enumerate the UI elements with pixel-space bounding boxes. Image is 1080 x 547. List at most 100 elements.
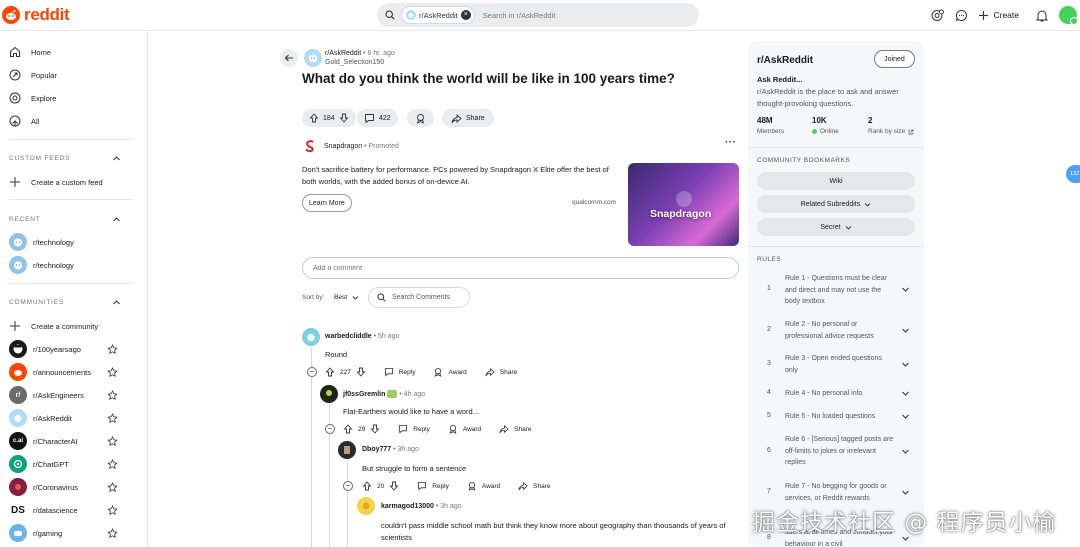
thread-line[interactable] (347, 460, 348, 547)
downvote-icon[interactable] (339, 113, 349, 123)
nav-all[interactable]: All (9, 113, 39, 129)
comment-icon[interactable] (398, 424, 408, 434)
comment-icon[interactable] (384, 367, 394, 377)
upvote-icon[interactable] (362, 481, 372, 491)
joined-button[interactable]: Joined (874, 50, 915, 68)
create-community[interactable]: Create a community (9, 318, 98, 334)
post-subreddit-link[interactable]: r/AskReddit (325, 50, 361, 57)
commenter-avatar[interactable] (302, 328, 320, 346)
learn-more-button[interactable]: Learn More (302, 194, 352, 212)
community-item[interactable]: r/100yearsago (9, 340, 81, 358)
chevron-up-icon[interactable] (112, 298, 121, 307)
comment-author[interactable]: jf0ssGremlin • 4h ago (343, 390, 425, 398)
bookmark-secret[interactable]: Secret (757, 218, 915, 236)
downvote-icon[interactable] (370, 424, 380, 434)
reply-button[interactable]: Reply (399, 369, 416, 376)
rule-item[interactable]: 4 Rule 4 - No personal info (757, 388, 915, 400)
favorite-star-icon[interactable] (107, 459, 118, 470)
search-comments-input[interactable]: Search Comments (368, 287, 470, 308)
post-share-button[interactable]: Share (442, 109, 494, 127)
favorite-star-icon[interactable] (107, 482, 118, 493)
collapse-thread-icon[interactable]: − (325, 424, 335, 434)
favorite-star-icon[interactable] (107, 367, 118, 378)
recent-item-technology[interactable]: r/technology (9, 256, 74, 274)
bookmark-related-subreddits[interactable]: Related Subreddits (757, 195, 915, 213)
ad-advertiser[interactable]: Snapdragon (324, 143, 362, 150)
comment-author[interactable]: Dboy777 • 3h ago (362, 446, 419, 453)
community-item[interactable]: r/ r/AskEngineers (9, 386, 84, 404)
share-button[interactable]: Share (533, 483, 550, 490)
chat-icon[interactable] (950, 4, 972, 26)
downvote-icon[interactable] (389, 481, 399, 491)
stat-rank[interactable]: 2 Rank by size (868, 116, 914, 135)
rule-item[interactable]: 6 Rule 6 - [Serious] tagged posts are of… (757, 434, 915, 470)
bookmark-wiki[interactable]: Wiki (757, 172, 915, 190)
notification-bell-icon[interactable] (1031, 4, 1053, 26)
ad-image[interactable]: Snapdragon (628, 163, 739, 246)
comment-author[interactable]: karmagod13000 • 3h ago (381, 503, 462, 510)
share-icon[interactable] (485, 367, 495, 377)
post-comments-button[interactable]: 422 (357, 109, 398, 127)
community-item[interactable]: r/AskReddit (9, 409, 72, 427)
nav-popular[interactable]: Popular (9, 67, 57, 83)
more-options-icon[interactable]: ··· (725, 137, 737, 148)
chevron-up-icon[interactable] (112, 154, 121, 163)
award-button[interactable]: Award (482, 483, 500, 490)
clear-chip-icon[interactable]: × (460, 10, 471, 20)
rule-item[interactable]: 1 Rule 1 - Questions must be clear and d… (757, 272, 915, 308)
notification-badge[interactable]: 132 (1066, 165, 1080, 183)
reply-button[interactable]: Reply (432, 483, 449, 490)
community-item[interactable]: c.ai r/CharacterAI (9, 432, 78, 450)
post-award-button[interactable] (407, 109, 434, 127)
comment-author[interactable]: warbedcliddle • 5h ago (325, 333, 399, 340)
back-button[interactable] (280, 49, 298, 67)
ad-domain[interactable]: qualcomm.com (572, 199, 616, 206)
nav-home[interactable]: Home (9, 44, 51, 60)
share-icon[interactable] (518, 481, 528, 491)
rule-item[interactable]: 3 Rule 3 - Open ended questions only (757, 353, 915, 377)
user-avatar[interactable] (1059, 6, 1078, 25)
favorite-star-icon[interactable] (107, 413, 118, 424)
award-button[interactable]: Award (448, 369, 466, 376)
collapse-thread-icon[interactable]: − (343, 481, 353, 491)
community-item[interactable]: DS r/datascience (9, 501, 78, 519)
favorite-star-icon[interactable] (107, 344, 118, 355)
favorite-star-icon[interactable] (107, 390, 118, 401)
upvote-icon[interactable] (325, 367, 335, 377)
search-bar[interactable]: r/AskReddit × (377, 3, 699, 27)
reddit-logo[interactable]: reddit (2, 5, 70, 25)
nav-explore[interactable]: Explore (9, 90, 56, 106)
rule-item[interactable]: 7 Rule 7 - No begging for goods or servi… (757, 481, 915, 505)
subreddit-avatar[interactable] (304, 49, 322, 67)
sort-dropdown[interactable]: Best (334, 294, 359, 301)
create-custom-feed[interactable]: Create a custom feed (9, 174, 103, 190)
comment-icon[interactable] (417, 481, 427, 491)
search-input[interactable] (482, 10, 663, 20)
rule-item[interactable]: 5 Rule 5 - No loaded questions (757, 411, 915, 423)
community-item[interactable]: r/gaming (9, 524, 62, 542)
rule-item[interactable]: 2 Rule 2 - No personal or professional a… (757, 319, 915, 343)
award-icon[interactable] (433, 367, 443, 377)
favorite-star-icon[interactable] (107, 528, 118, 539)
share-icon[interactable] (499, 424, 509, 434)
award-icon[interactable] (448, 424, 458, 434)
award-button[interactable]: Award (463, 426, 481, 433)
search-subreddit-chip[interactable]: r/AskReddit × (401, 6, 475, 24)
favorite-star-icon[interactable] (107, 436, 118, 447)
upvote-icon[interactable] (343, 424, 353, 434)
share-button[interactable]: Share (500, 369, 517, 376)
chevron-up-icon[interactable] (112, 215, 121, 224)
community-item[interactable]: r/announcements (9, 363, 91, 381)
share-button[interactable]: Share (514, 426, 531, 433)
commenter-avatar[interactable] (338, 441, 356, 459)
recent-item-technology[interactable]: r/technology (9, 233, 74, 251)
add-comment-input[interactable] (302, 257, 739, 279)
post-author[interactable]: Gold_Selection150 (325, 59, 384, 66)
favorite-star-icon[interactable] (107, 505, 118, 516)
upvote-icon[interactable] (309, 113, 319, 123)
create-post-button[interactable]: Create (978, 10, 1019, 21)
snapdragon-logo-icon[interactable] (302, 138, 318, 154)
thread-line[interactable] (311, 347, 312, 547)
reply-button[interactable]: Reply (413, 426, 430, 433)
community-item[interactable]: r/ChatGPT (9, 455, 69, 473)
